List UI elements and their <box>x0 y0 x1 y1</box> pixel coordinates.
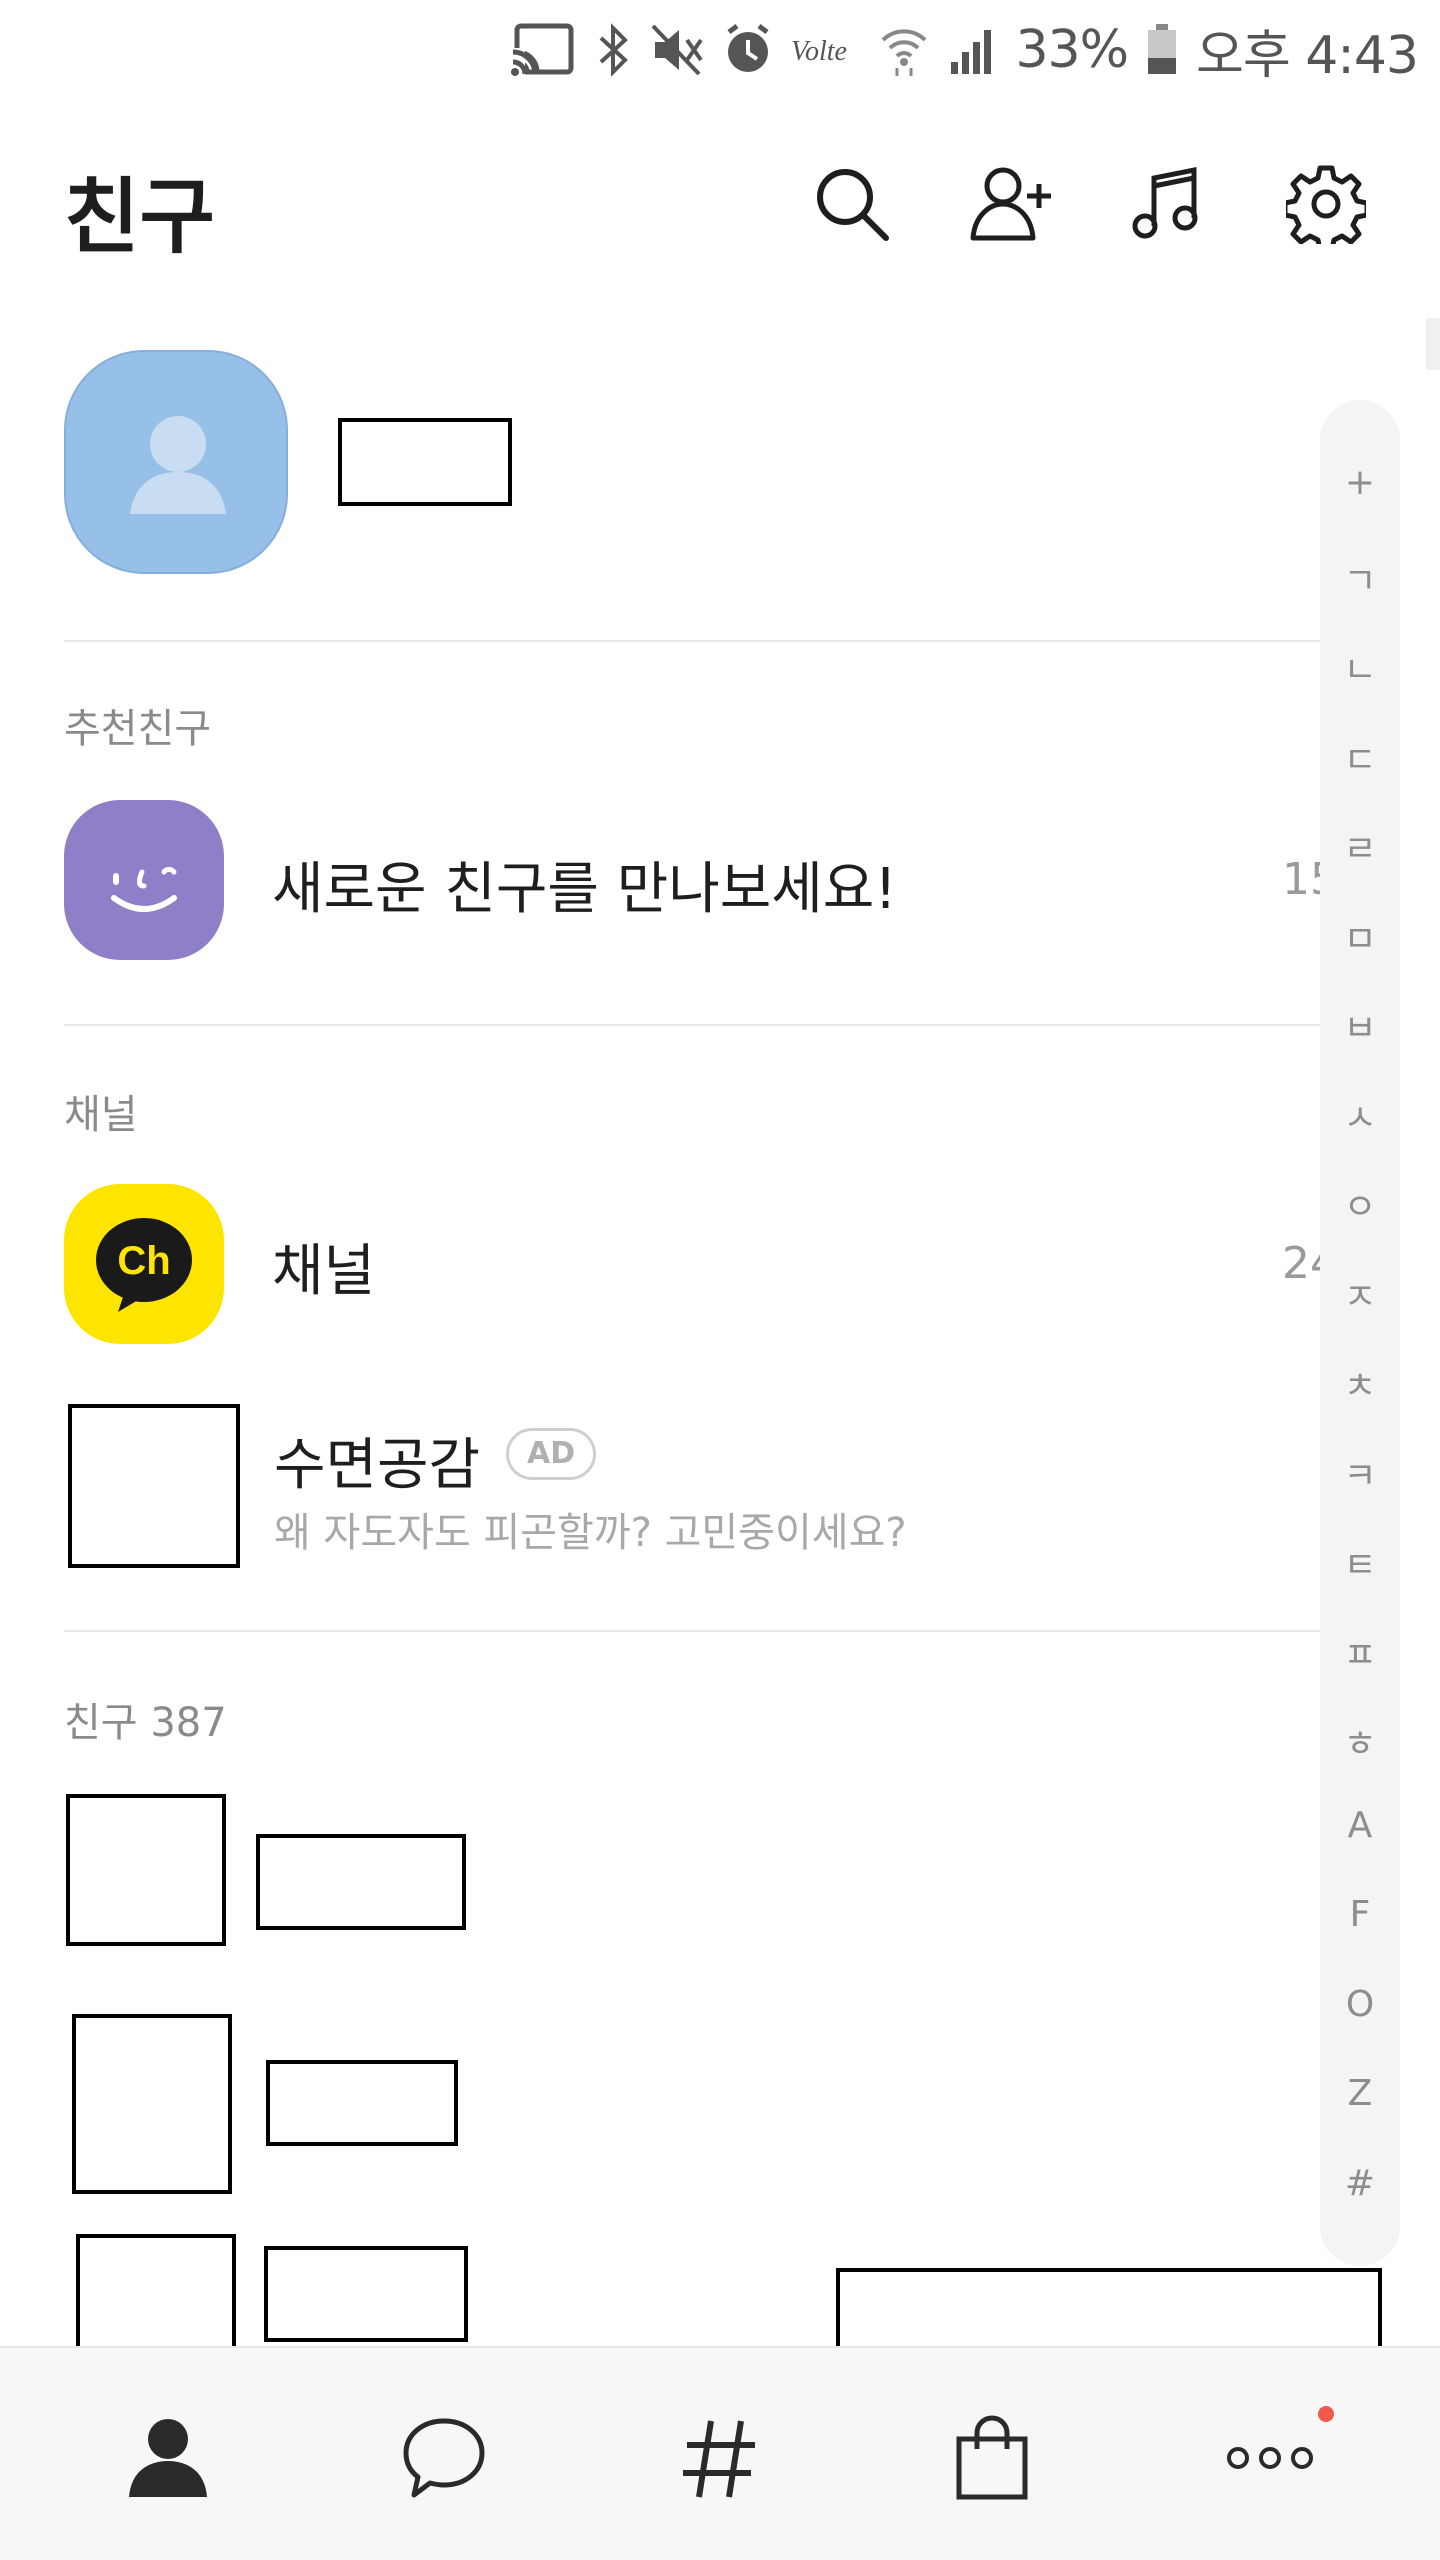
index-item[interactable]: ㄴ <box>1320 641 1400 693</box>
battery-percent: 33% <box>1015 20 1129 80</box>
ad-name[interactable]: 수면공감 <box>274 1420 480 1501</box>
cast-icon <box>511 22 577 78</box>
add-friend-icon[interactable] <box>962 154 1062 254</box>
index-item[interactable]: Z <box>1320 2073 1400 2114</box>
index-item[interactable]: ㅁ <box>1320 910 1400 962</box>
svg-text:Ch: Ch <box>117 1239 170 1283</box>
index-item[interactable]: F <box>1320 1894 1400 1935</box>
person-icon <box>129 2419 207 2497</box>
index-item[interactable]: ㅊ <box>1320 1357 1400 1409</box>
my-profile[interactable] <box>64 350 1304 576</box>
index-item[interactable]: ㅋ <box>1320 1447 1400 1499</box>
friend-name-redacted <box>264 2246 468 2342</box>
recommend-title[interactable]: 새로운 친구를 만나보세요! <box>272 844 897 925</box>
alarm-icon <box>723 22 773 78</box>
friend-avatar-redacted[interactable] <box>76 2234 236 2354</box>
divider <box>64 1024 1320 1026</box>
app-header: 친구 <box>0 130 1440 280</box>
index-item[interactable]: ㅅ <box>1320 1089 1400 1141</box>
default-person-icon <box>130 416 226 514</box>
friend-name-redacted <box>266 2060 458 2146</box>
recommend-avatar[interactable] <box>64 800 224 960</box>
index-item[interactable]: + <box>1320 462 1400 503</box>
battery-icon <box>1146 22 1178 78</box>
friend-name-redacted <box>256 1834 466 1930</box>
profile-name-redacted <box>338 418 512 506</box>
mute-icon <box>649 22 705 78</box>
scrollbar-thumb[interactable] <box>1426 318 1440 370</box>
volte-icon: Volte <box>791 30 861 70</box>
index-item[interactable]: ㅎ <box>1320 1715 1400 1767</box>
section-label-recommended: 추천친구 <box>64 706 212 752</box>
index-item[interactable]: A <box>1320 1805 1400 1846</box>
channel-title[interactable]: 채널 <box>272 1226 375 1307</box>
index-item[interactable]: O <box>1320 1984 1400 2025</box>
index-item[interactable]: ㄱ <box>1320 552 1400 604</box>
index-item[interactable]: ㅇ <box>1320 1178 1400 1230</box>
index-item[interactable]: ㄷ <box>1320 731 1400 783</box>
clock: 오후 4:43 <box>1196 25 1419 86</box>
more-tab[interactable] <box>1210 2398 1330 2518</box>
friend-avatar-redacted[interactable] <box>66 1794 226 1946</box>
friends-tab[interactable] <box>108 2398 228 2518</box>
section-label-friends: 친구 387 <box>64 1700 227 1746</box>
bottom-navigation <box>0 2346 1440 2560</box>
alphabet-index-scrollbar[interactable]: + ㄱㄴㄷㄹㅁㅂㅅㅇㅈㅊㅋㅌㅍㅎ A F O Z # <box>1320 400 1400 2266</box>
kakao-channel-icon: Ch <box>96 1218 192 1312</box>
index-item[interactable]: ㅍ <box>1320 1626 1400 1678</box>
smile-icon <box>111 866 177 912</box>
status-bar: Volte 33% 오후 4:43 <box>0 0 1440 100</box>
shopping-bag-icon <box>956 2415 1028 2500</box>
settings-icon[interactable] <box>1276 154 1376 254</box>
index-item[interactable]: ㄹ <box>1320 820 1400 872</box>
divider <box>64 640 1320 642</box>
index-item[interactable]: ㅂ <box>1320 999 1400 1051</box>
section-label-channel: 채널 <box>64 1092 138 1138</box>
chats-tab[interactable] <box>384 2398 504 2518</box>
friend-status-redacted <box>836 2268 1382 2356</box>
more-dots-icon <box>1227 2447 1313 2469</box>
ad-badge: AD <box>506 1428 597 1480</box>
music-icon[interactable] <box>1118 154 1218 254</box>
notification-dot <box>1318 2406 1334 2422</box>
ad-thumbnail-redacted[interactable] <box>68 1404 240 1568</box>
ad-subtitle: 왜 자도자도 피곤할까? 고민중이세요? <box>274 1510 907 1556</box>
chat-bubble-icon <box>403 2418 485 2498</box>
shopping-tab[interactable] <box>932 2398 1052 2518</box>
index-item[interactable]: ㅈ <box>1320 1268 1400 1320</box>
signal-icon <box>947 22 997 78</box>
hashtag-icon <box>683 2420 755 2498</box>
avatar[interactable] <box>64 350 288 574</box>
divider <box>64 1630 1320 1632</box>
search-icon[interactable] <box>802 154 902 254</box>
wifi-icon <box>879 22 929 78</box>
svg-text:Volte: Volte <box>791 36 847 67</box>
index-item[interactable]: # <box>1320 2163 1400 2204</box>
channel-avatar[interactable]: Ch <box>64 1184 224 1344</box>
bluetooth-icon <box>595 22 631 78</box>
index-item[interactable]: ㅌ <box>1320 1536 1400 1588</box>
page-title: 친구 <box>64 170 215 265</box>
hashtag-tab[interactable] <box>660 2398 780 2518</box>
friend-avatar-redacted[interactable] <box>72 2014 232 2194</box>
